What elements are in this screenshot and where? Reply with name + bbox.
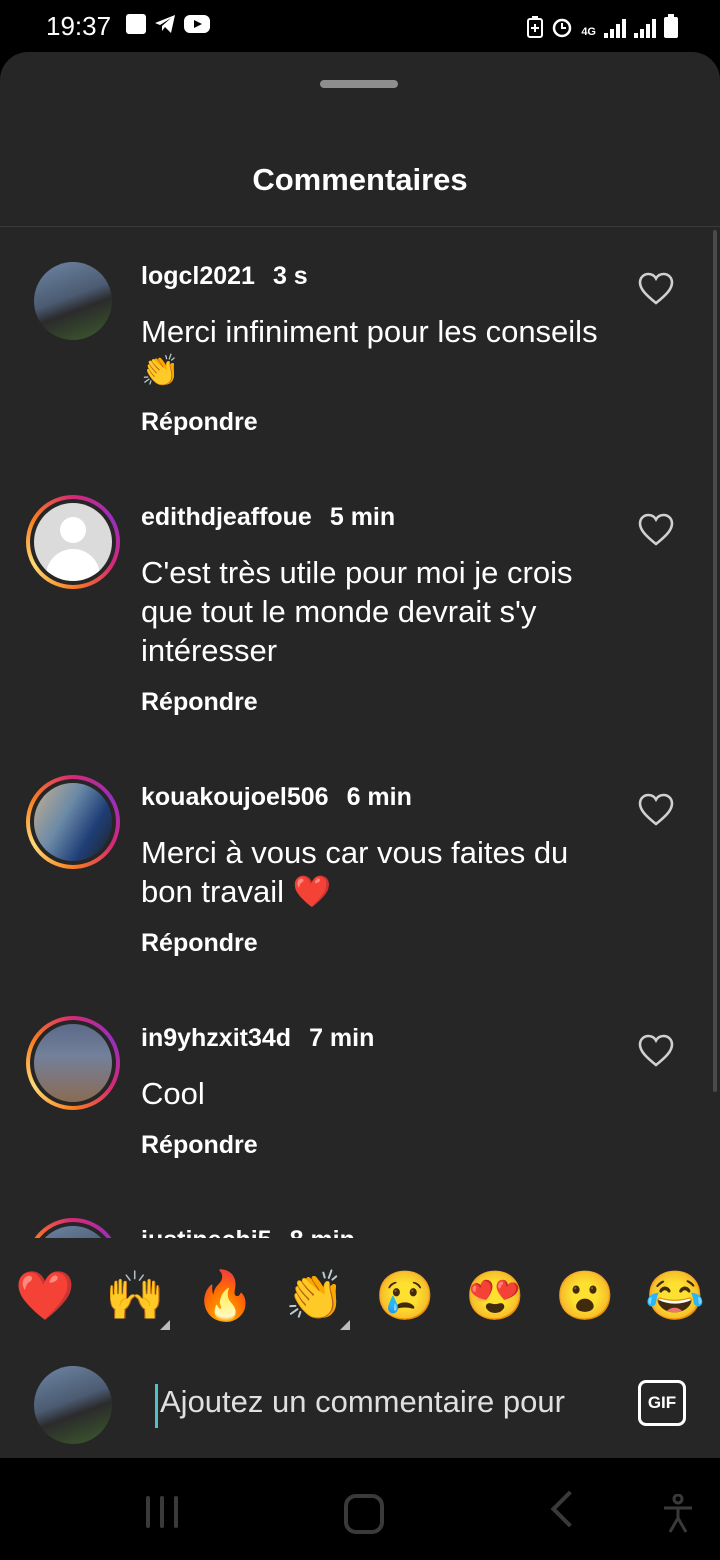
- drag-handle[interactable]: [320, 80, 398, 88]
- emoji-glyph: 👏: [285, 1270, 345, 1323]
- emoji-heart-eyes-button[interactable]: 😍: [450, 1238, 540, 1356]
- home-icon[interactable]: [344, 1494, 384, 1534]
- emoji-laughing-button[interactable]: 😂: [630, 1238, 720, 1356]
- comment-text: Merci infiniment pour les conseils 👏: [141, 314, 598, 388]
- emoji-raised-hands-button[interactable]: 🙌: [90, 1238, 180, 1356]
- comment-time: 3 s: [272, 262, 308, 290]
- comment-time: 8 min: [290, 1226, 355, 1238]
- signal-icon: [604, 18, 626, 38]
- battery-saver-icon: [527, 16, 544, 38]
- avatar: [34, 783, 112, 861]
- avatar-story-ring[interactable]: [26, 495, 120, 589]
- battery-icon: [664, 14, 678, 38]
- comment-time: 7 min: [309, 1024, 375, 1052]
- emoji-fire-button[interactable]: 🔥: [180, 1238, 270, 1356]
- comment-username[interactable]: kouakoujoel506: [141, 783, 329, 811]
- network-4g-icon: 4G: [581, 26, 596, 38]
- like-heart-icon[interactable]: [638, 793, 674, 827]
- comment-username[interactable]: edithdjeaffoue: [141, 503, 312, 531]
- avatar-story-ring[interactable]: [26, 775, 120, 869]
- avatar-story-ring[interactable]: [26, 1016, 120, 1110]
- emoji-glyph: 🙌: [105, 1270, 165, 1323]
- scrollbar[interactable]: [713, 230, 717, 1092]
- divider: [0, 226, 720, 227]
- skin-tone-indicator: [340, 1320, 350, 1330]
- skin-tone-indicator: [160, 1320, 170, 1330]
- comment-username[interactable]: logcl2021: [141, 262, 255, 290]
- reply-button[interactable]: Répondre: [141, 688, 258, 717]
- gif-button[interactable]: GIF: [638, 1380, 686, 1426]
- reply-button[interactable]: Répondre: [141, 1131, 258, 1160]
- recents-icon[interactable]: [146, 1496, 178, 1528]
- alarm-icon: [553, 18, 572, 38]
- youtube-icon: [184, 15, 210, 33]
- comment-username[interactable]: justinechi5: [141, 1226, 272, 1238]
- emoji-crying-button[interactable]: 😢: [360, 1238, 450, 1356]
- comment-text: C'est très utile pour moi je crois que t…: [141, 555, 573, 668]
- accessibility-icon[interactable]: [660, 1494, 696, 1534]
- my-avatar: [34, 1366, 112, 1444]
- avatar-story-ring[interactable]: [26, 1218, 120, 1238]
- comment-time: 5 min: [329, 503, 396, 531]
- system-nav-bar: [0, 1458, 720, 1560]
- status-bar: 19:37 4G: [0, 0, 720, 52]
- like-heart-icon[interactable]: [638, 272, 674, 306]
- comments-list[interactable]: logcl2021 3 s Merci infiniment pour les c…: [0, 228, 720, 1238]
- emoji-surprised-button[interactable]: 😮: [540, 1238, 630, 1356]
- emoji-clap-button[interactable]: 👏: [270, 1238, 360, 1356]
- comment-time: 6 min: [346, 783, 412, 811]
- facebook-icon: [126, 14, 146, 34]
- comment-username[interactable]: in9yhzxit34d: [141, 1024, 291, 1052]
- reply-button[interactable]: Répondre: [141, 408, 258, 437]
- reply-button[interactable]: Répondre: [141, 929, 258, 958]
- like-heart-icon[interactable]: [638, 1034, 674, 1068]
- avatar[interactable]: [34, 262, 112, 340]
- back-icon[interactable]: [550, 1490, 588, 1528]
- status-time: 19:37: [46, 11, 112, 41]
- comment-composer: Ajoutez un commentaire pour GIF: [0, 1356, 720, 1458]
- comment-input[interactable]: Ajoutez un commentaire pour: [155, 1384, 605, 1428]
- telegram-icon: [155, 15, 175, 33]
- comment-text: Cool: [141, 1076, 205, 1111]
- sheet-title: Commentaires: [252, 162, 468, 197]
- default-avatar-icon: [34, 503, 112, 581]
- signal-icon: [634, 18, 656, 38]
- emoji-heart-button[interactable]: ❤️: [0, 1238, 90, 1356]
- avatar: [34, 1024, 112, 1102]
- comment-text: Merci à vous car vous faites du bon trav…: [141, 835, 569, 909]
- like-heart-icon[interactable]: [638, 513, 674, 547]
- emoji-quick-bar: ❤️ 🙌 🔥 👏 😢 😍 😮 😂: [0, 1238, 720, 1356]
